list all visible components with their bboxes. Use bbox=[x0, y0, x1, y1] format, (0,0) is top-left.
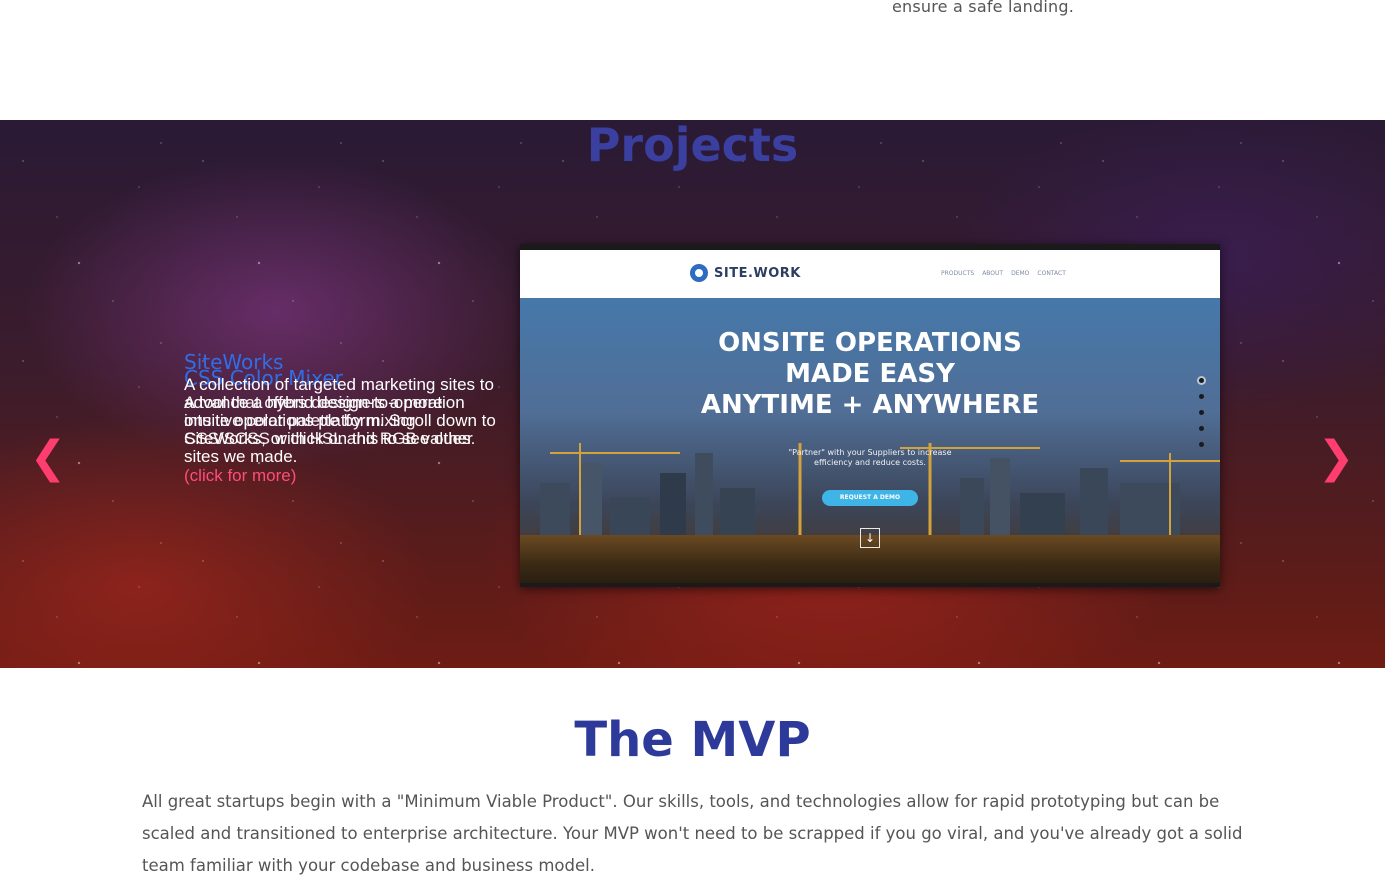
click-for-more-link[interactable]: (click for more) bbox=[184, 466, 296, 486]
pagination-dot-icon bbox=[1199, 394, 1204, 399]
projects-title: Projects bbox=[586, 120, 799, 172]
screenshot-logo: SITE.WORK bbox=[690, 264, 801, 282]
screenshot-request-demo-button: REQUEST A DEMO bbox=[822, 490, 918, 506]
slide-description-css-color-mixer: A tool that offers designers a more intu… bbox=[184, 393, 476, 448]
screenshot-header: SITE.WORK PRODUCTS ABOUT DEMO CONTACT bbox=[520, 250, 1220, 298]
project-screenshot[interactable]: SITE.WORK PRODUCTS ABOUT DEMO CONTACT ON… bbox=[520, 244, 1220, 587]
hero-line-3: ANYTIME + ANYWHERE bbox=[700, 390, 1040, 420]
carousel-next-arrow-icon[interactable]: ❯ bbox=[1316, 436, 1356, 480]
pagination-dot-icon bbox=[1199, 410, 1204, 415]
screenshot-pagination-dots bbox=[1199, 378, 1205, 458]
pagination-dot-icon bbox=[1199, 442, 1204, 447]
carousel-prev-arrow-icon[interactable]: ❮ bbox=[28, 436, 68, 480]
screenshot-hero-title: ONSITE OPERATIONS MADE EASY ANYTIME + AN… bbox=[520, 328, 1220, 421]
hero-line-2: MADE EASY bbox=[785, 359, 955, 389]
screenshot-logo-text: SITE.WORK bbox=[714, 265, 801, 281]
screenshot-hero-subtitle: "Partner" with your Suppliers to increas… bbox=[520, 448, 1220, 468]
arrow-down-icon: ↓ bbox=[860, 528, 880, 548]
hero-line-1: ONSITE OPERATIONS bbox=[718, 328, 1022, 358]
previous-section-text: ensure a safe landing. bbox=[892, 0, 1074, 16]
screenshot-nav-contact: CONTACT bbox=[1037, 270, 1066, 277]
screenshot-nav-products: PRODUCTS bbox=[941, 270, 975, 277]
hero-sub-line-1: "Partner" with your Suppliers to increas… bbox=[788, 448, 952, 457]
screenshot-nav-demo: DEMO bbox=[1011, 270, 1030, 277]
mvp-title: The MVP bbox=[574, 712, 811, 768]
gear-icon bbox=[690, 264, 708, 282]
hero-sub-line-2: efficiency and reduce costs. bbox=[814, 458, 926, 467]
pagination-dot-icon bbox=[1199, 378, 1204, 383]
screenshot-hero-image: ONSITE OPERATIONS MADE EASY ANYTIME + AN… bbox=[520, 298, 1220, 583]
screenshot-nav: PRODUCTS ABOUT DEMO CONTACT bbox=[941, 270, 1066, 277]
projects-section: Projects ❮ ❯ SiteWorks CSS Color Mixer A… bbox=[0, 120, 1385, 668]
screenshot-nav-about: ABOUT bbox=[982, 270, 1004, 277]
mvp-paragraph: All great startups begin with a "Minimum… bbox=[142, 792, 1243, 875]
pagination-dot-icon bbox=[1199, 426, 1204, 431]
